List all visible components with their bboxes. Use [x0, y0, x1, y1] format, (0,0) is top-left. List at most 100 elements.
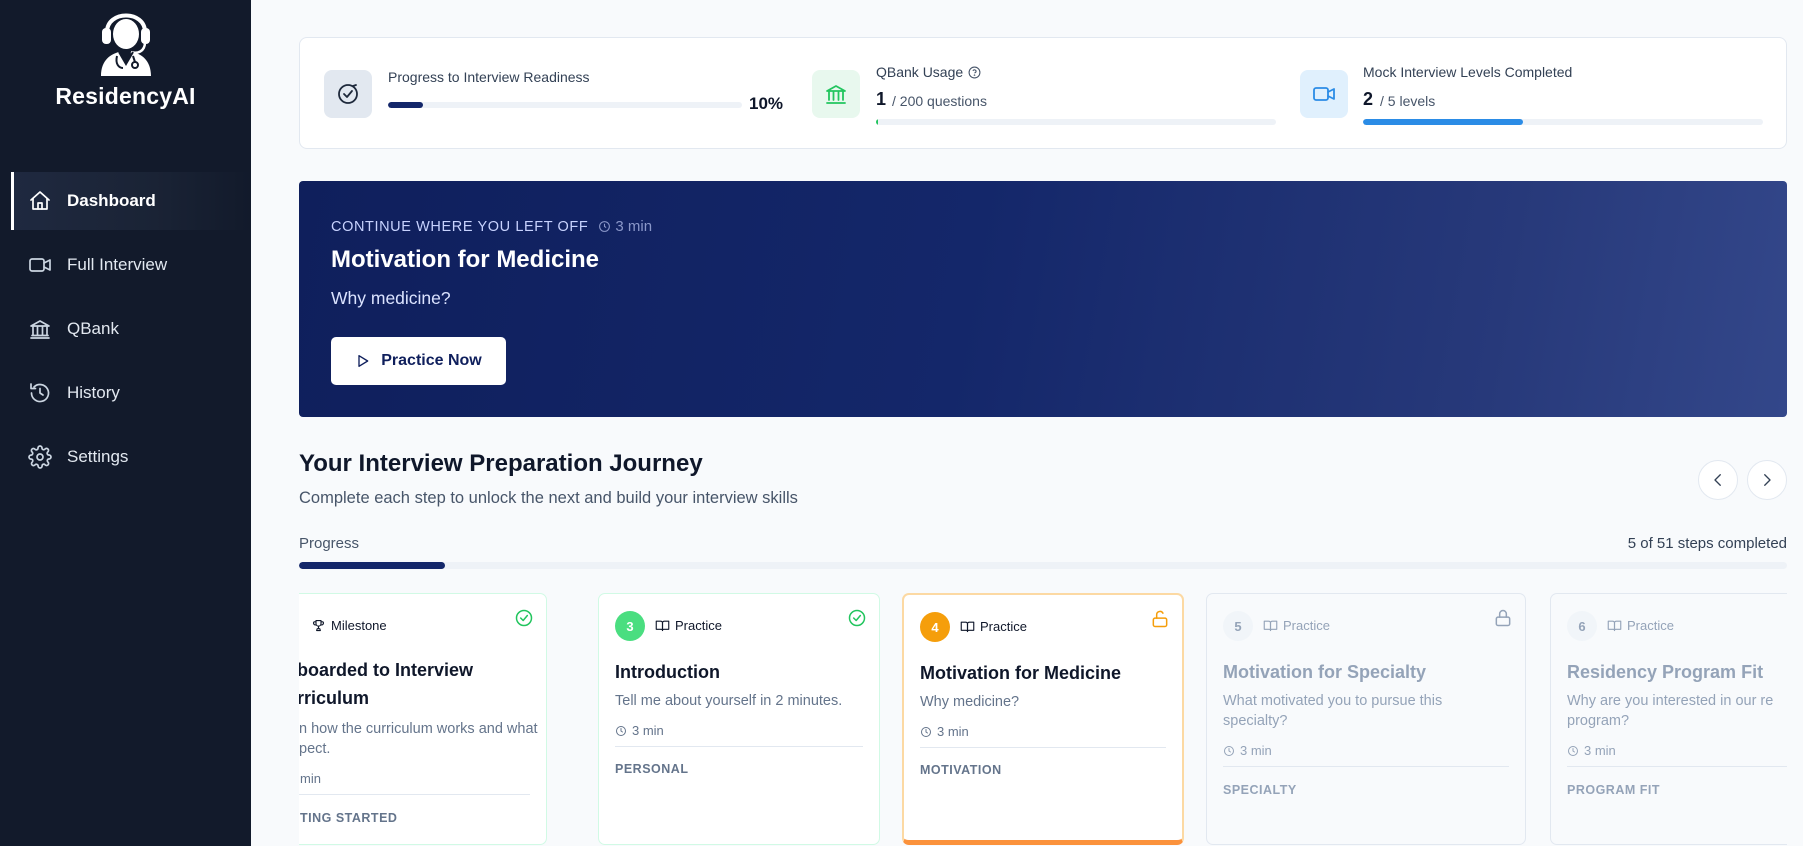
- mock-label: Mock Interview Levels Completed: [1363, 64, 1573, 80]
- card-type-badge: Practice: [655, 618, 722, 633]
- card-title: Residency Program Fit: [1567, 662, 1764, 682]
- qbank-label-row: QBank Usage: [876, 64, 981, 80]
- mock-suffix: / 5 levels: [1380, 93, 1436, 109]
- step-number: 3: [615, 611, 645, 641]
- sidebar-item-label: QBank: [67, 319, 119, 338]
- qbank-suffix: / 200 questions: [892, 93, 987, 109]
- journey-card-motivation-specialty[interactable]: 5 Practice Motivation for Specialty What…: [1206, 593, 1526, 845]
- sidebar-item-qbank[interactable]: QBank: [0, 300, 251, 358]
- history-icon: [28, 381, 52, 405]
- clock-icon: [1224, 745, 1234, 756]
- card-category: SPECIALTY: [1223, 783, 1297, 797]
- card-description: What motivated you to pursue this specia…: [1223, 693, 1443, 729]
- journey-card-residency-fit[interactable]: 6 Practice Residency Program Fit Why are…: [1550, 593, 1787, 845]
- check-circle-icon: [514, 608, 534, 628]
- card-time: 3 min: [615, 723, 664, 738]
- step-number: 4: [920, 612, 950, 642]
- home-icon: [28, 189, 52, 213]
- journey-card-motivation-medicine[interactable]: 4 Practice Motivation for Medicine Why m…: [902, 593, 1184, 845]
- clock-icon: [616, 725, 626, 736]
- chevron-right-icon: [1764, 474, 1771, 486]
- continue-label: CONTINUE WHERE YOU LEFT OFF: [331, 218, 589, 235]
- stat-qbank: QBank Usage 1 / 200 questions: [788, 38, 1284, 150]
- sidebar-item-full-interview[interactable]: Full Interview: [0, 236, 251, 294]
- card-category: PERSONAL: [615, 762, 689, 776]
- card-category: TING STARTED: [300, 811, 398, 825]
- journey-carousel: Milestone boarded to Interview rriculum …: [299, 593, 1787, 846]
- trophy-icon: [313, 619, 324, 632]
- play-icon: [358, 355, 369, 367]
- continue-kicker: CONTINUE WHERE YOU LEFT OFF 3 min: [331, 218, 652, 235]
- doctor-headset-icon: [101, 13, 151, 76]
- journey-card-introduction[interactable]: 3 Practice Introduction Tell me about yo…: [598, 593, 880, 845]
- card-category: MOTIVATION: [920, 763, 1002, 777]
- main-content: Progress to Interview Readiness 10% QBan…: [251, 0, 1803, 846]
- card-type-badge: Milestone: [311, 618, 387, 633]
- card-time: 3 min: [920, 724, 969, 739]
- card-divider: [299, 794, 530, 795]
- card-title: Motivation for Medicine: [920, 663, 1122, 683]
- check-circle-icon: [847, 608, 867, 628]
- bank-icon: [812, 70, 860, 118]
- card-time: 3 min: [1223, 743, 1272, 758]
- card-description: Why medicine?: [920, 694, 1020, 710]
- video-icon: [28, 253, 52, 277]
- card-type-badge: Practice: [1263, 618, 1330, 633]
- readiness-percent: 10%: [749, 94, 784, 113]
- sidebar-item-settings[interactable]: Settings: [0, 428, 251, 486]
- practice-now-button[interactable]: Practice Now: [331, 337, 506, 385]
- check-circle-icon: [324, 70, 372, 118]
- readiness-label: Progress to Interview Readiness: [388, 69, 590, 85]
- sidebar-item-dashboard[interactable]: Dashboard: [11, 172, 251, 230]
- time-estimate: 3 min: [598, 218, 652, 235]
- unlock-icon: [1150, 609, 1170, 629]
- carousel-next-button[interactable]: [1747, 460, 1787, 500]
- clock-icon: [599, 221, 611, 232]
- card-title: boarded to Interview rriculum: [299, 660, 474, 708]
- sidebar-item-label: Settings: [67, 447, 129, 466]
- clock-icon: [921, 726, 931, 737]
- card-divider: [615, 746, 863, 747]
- mock-value: 2: [1363, 89, 1374, 109]
- continue-banner: CONTINUE WHERE YOU LEFT OFF 3 min Motiva…: [299, 181, 1787, 417]
- card-description: n how the curriculum works and what pect…: [299, 721, 538, 757]
- card-divider: [1567, 766, 1787, 767]
- card-divider: [920, 747, 1166, 748]
- journey-subtitle: Complete each step to unlock the next an…: [299, 489, 798, 507]
- carousel-prev-button[interactable]: [1698, 460, 1738, 500]
- journey-progress-label: Progress: [299, 535, 360, 552]
- gear-icon: [28, 445, 52, 469]
- card-title: Introduction: [615, 662, 720, 682]
- sidebar-item-label: Dashboard: [67, 191, 156, 210]
- stat-readiness: Progress to Interview Readiness 10%: [300, 38, 796, 150]
- step-number: 5: [1223, 611, 1253, 641]
- lock-icon: [1493, 608, 1513, 628]
- clock-icon: [1568, 745, 1578, 756]
- card-time: 3 min: [1567, 743, 1616, 758]
- mock-progress-bar: [1363, 119, 1763, 125]
- card-type-badge: Practice: [960, 619, 1027, 634]
- card-category: PROGRAM FIT: [1567, 783, 1660, 797]
- sidebar: ResidencyAI Dashboard Full Interview QBa…: [0, 0, 251, 846]
- qbank-label: QBank Usage: [876, 64, 964, 80]
- step-number: 6: [1567, 611, 1597, 641]
- sidebar-nav: Dashboard Full Interview QBank History S…: [0, 172, 251, 492]
- card-time: min: [300, 771, 321, 786]
- sidebar-item-label: History: [67, 383, 120, 402]
- card-divider: [1223, 766, 1509, 767]
- chevron-left-icon: [1714, 474, 1721, 486]
- journey-progress-bar: [299, 562, 1787, 569]
- journey-progress-count: 5 of 51 steps completed: [1627, 535, 1787, 552]
- stat-mock-interview: Mock Interview Levels Completed 2 / 5 le…: [1276, 38, 1788, 150]
- qbank-progress-bar: [876, 119, 1276, 125]
- sidebar-item-history[interactable]: History: [0, 364, 251, 422]
- help-circle-icon[interactable]: [968, 66, 981, 79]
- bank-icon: [28, 317, 52, 341]
- hero-subtitle: Why medicine?: [331, 288, 451, 308]
- hero-title: Motivation for Medicine: [331, 246, 600, 273]
- card-description: Why are you interested in our re program…: [1567, 693, 1774, 729]
- qbank-value: 1: [876, 89, 887, 109]
- journey-card-milestone[interactable]: Milestone boarded to Interview rriculum …: [299, 593, 547, 845]
- card-description: Tell me about yourself in 2 minutes.: [615, 693, 843, 709]
- book-icon: [1263, 620, 1278, 632]
